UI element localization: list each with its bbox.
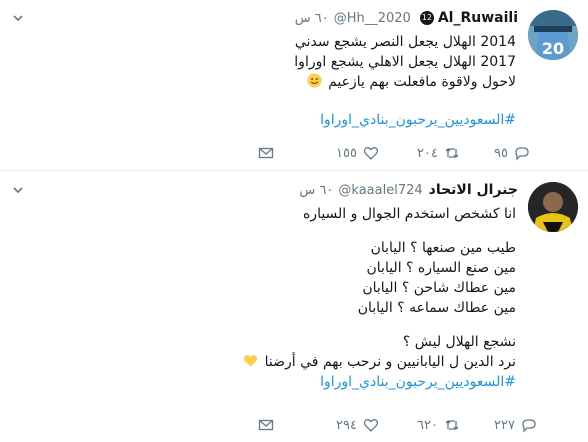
tweet-header: Al_Ruwaili 12 @Hh__2020 ٦٠ س [295, 8, 518, 28]
reply-count: ٩٥ [494, 145, 508, 161]
avatar[interactable] [528, 182, 578, 232]
tweet-line: 2014 الهلال يجعل النصر يشجع سدني [294, 34, 516, 50]
reply-icon [522, 419, 536, 433]
tweet-line: لاحول ولاقوة مافعلت بهم يازعيم [328, 74, 516, 90]
retweet-button[interactable]: ٢٠٤ [417, 143, 460, 163]
timestamp[interactable]: ٦٠ س [295, 11, 329, 26]
like-count: ١٥٥ [336, 145, 357, 161]
display-name[interactable]: جنرال الاتحاد [429, 182, 518, 198]
retweet-icon [445, 148, 459, 158]
tweet-text: 2014 الهلال يجعل النصر يشجع سدني 2017 ال… [76, 32, 516, 130]
tweet-line-with-emoji: لاحول ولاقوة مافعلت بهم يازعيم [76, 72, 516, 92]
avatar[interactable]: 20 [528, 10, 578, 60]
like-button[interactable]: ١٥٥ [336, 143, 379, 163]
tweet-line: مين عطاك سماعه ؟ اليابان [357, 300, 516, 316]
retweet-icon [445, 420, 459, 430]
tweet-line: مين صنع السياره ؟ اليابان [366, 260, 517, 276]
tweet-line: طيب مين صنعها ؟ اليابان [370, 240, 516, 256]
mail-icon [258, 419, 274, 431]
retweet-button[interactable]: ٦٢٠ [417, 415, 460, 435]
reply-button[interactable]: ٢٢٧ [494, 415, 537, 435]
direct-message-button[interactable] [258, 143, 274, 163]
like-count: ٢٩٤ [336, 417, 357, 433]
heart-icon [363, 419, 379, 432]
tweet-line: انا كشخص استخدم الجوال و السياره [302, 206, 516, 222]
retweet-count: ٢٠٤ [417, 145, 438, 161]
hashtag-link[interactable]: #السعوديين_يرحبون_بنادي_اوراوا [76, 110, 516, 130]
avatar-jersey-number: 20 [542, 39, 564, 58]
chevron-down-icon[interactable] [12, 12, 24, 24]
tweet-actions: ٢٢٧ ٦٢٠ ٢٩٤ [250, 415, 536, 435]
badge-number: 12 [419, 11, 434, 25]
badge: 12 [416, 11, 434, 25]
yellow-heart-emoji-icon [244, 354, 258, 367]
chevron-down-icon[interactable] [12, 184, 24, 196]
direct-message-button[interactable] [258, 415, 274, 435]
mail-icon [258, 147, 274, 159]
tweet-actions: ٩٥ ٢٠٤ ١٥٥ [250, 143, 529, 163]
tweet-line: 2017 الهلال يجعل الاهلي يشجع اوراوا [294, 54, 516, 70]
tweet[interactable]: 20 Al_Ruwaili 12 @Hh__2020 ٦٠ س 2014 اله… [0, 0, 588, 170]
hashtag-link[interactable]: #السعوديين_يرحبون_بنادي_اوراوا [76, 372, 516, 392]
handle[interactable]: @Hh__2020 [334, 11, 411, 26]
reply-icon [515, 147, 529, 161]
reply-button[interactable]: ٩٥ [494, 143, 530, 163]
tweet-text: انا كشخص استخدم الجوال و السياره طيب مين… [76, 204, 516, 392]
smile-emoji-icon [307, 73, 322, 88]
tweet-header: جنرال الاتحاد @kaaalel724 ٦٠ س [299, 180, 518, 200]
tweet-line: نشجع الهلال ليش ؟ [402, 334, 516, 350]
tweet-line-with-emoji: نرد الدين ل اليابانيين و نرحب بهم في أرض… [76, 352, 516, 372]
tweet[interactable]: جنرال الاتحاد @kaaalel724 ٦٠ س انا كشخص … [0, 170, 588, 442]
handle[interactable]: @kaaalel724 [338, 183, 422, 198]
tweet-line: نرد الدين ل اليابانيين و نرحب بهم في أرض… [264, 354, 516, 370]
tweet-line: مين عطاك شاحن ؟ اليابان [362, 280, 516, 296]
retweet-count: ٦٢٠ [417, 417, 438, 433]
timestamp[interactable]: ٦٠ س [299, 183, 333, 198]
display-name[interactable]: Al_Ruwaili [438, 10, 518, 26]
like-button[interactable]: ٢٩٤ [336, 415, 379, 435]
reply-count: ٢٢٧ [494, 417, 515, 433]
heart-icon [363, 147, 379, 160]
